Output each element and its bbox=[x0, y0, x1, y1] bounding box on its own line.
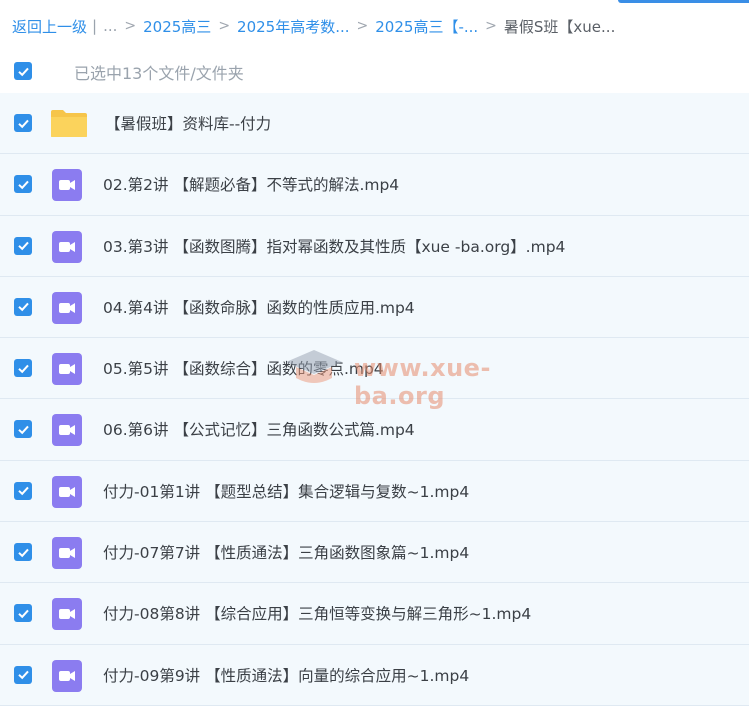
file-row[interactable]: 06.第6讲 【公式记忆】三角函数公式篇.mp4 bbox=[0, 399, 749, 461]
folder-row[interactable]: 【暑假班】资料库--付力 bbox=[0, 93, 749, 155]
video-file-icon bbox=[52, 230, 82, 263]
video-file-icon bbox=[52, 169, 82, 202]
breadcrumb-separator: > bbox=[218, 18, 231, 34]
row-checkbox[interactable] bbox=[14, 297, 32, 316]
breadcrumb-item[interactable]: 2025高三 bbox=[143, 16, 211, 37]
row-checkbox[interactable] bbox=[14, 604, 32, 623]
row-checkbox[interactable] bbox=[14, 236, 32, 255]
file-name[interactable]: 05.第5讲 【函数综合】函数的零点.mp4 bbox=[103, 357, 384, 379]
selection-summary: 已选中13个文件/文件夹 bbox=[74, 64, 244, 83]
video-file-icon bbox=[52, 353, 82, 386]
video-file-icon bbox=[52, 537, 82, 570]
breadcrumb-pipe: | bbox=[92, 17, 98, 35]
breadcrumb-separator: > bbox=[124, 18, 137, 34]
checkmark-icon bbox=[17, 241, 29, 251]
back-link[interactable]: 返回上一级 bbox=[12, 16, 87, 37]
file-row[interactable]: 付力-08第8讲 【综合应用】三角恒等变换与解三角形~1.mp4 bbox=[0, 583, 749, 645]
checkmark-icon bbox=[17, 487, 29, 496]
row-checkbox[interactable] bbox=[14, 359, 32, 378]
file-name[interactable]: 付力-07第7讲 【性质通法】三角函数图象篇~1.mp4 bbox=[103, 541, 469, 563]
row-checkbox[interactable] bbox=[14, 175, 32, 194]
video-file-icon bbox=[52, 475, 82, 508]
video-file-icon bbox=[52, 414, 82, 447]
video-file-icon bbox=[52, 598, 82, 631]
file-row[interactable]: 付力-01第1讲 【题型总结】集合逻辑与复数~1.mp4 bbox=[0, 460, 749, 523]
folder-icon bbox=[51, 110, 87, 137]
row-checkbox[interactable] bbox=[14, 114, 32, 132]
breadcrumb-current: 暑假S班【xue... bbox=[503, 17, 616, 36]
file-name[interactable]: 付力-08第8讲 【综合应用】三角恒等变换与解三角形~1.mp4 bbox=[103, 602, 531, 624]
file-name[interactable]: 付力-01第1讲 【题型总结】集合逻辑与复数~1.mp4 bbox=[103, 480, 469, 502]
checkmark-icon bbox=[17, 548, 29, 557]
row-checkbox[interactable] bbox=[14, 543, 32, 562]
breadcrumb-separator: > bbox=[485, 18, 497, 34]
file-row[interactable]: 04.第4讲 【函数命脉】函数的性质应用.mp4 bbox=[0, 276, 749, 339]
breadcrumb-item[interactable]: 2025高三【-... bbox=[375, 16, 478, 37]
video-file-icon bbox=[52, 659, 82, 692]
breadcrumb: 返回上一级 | ... > 2025高三 > 2025年高考数... > 202… bbox=[12, 14, 615, 38]
selection-bar: 已选中13个文件/文件夹 bbox=[0, 56, 749, 86]
file-name[interactable]: 04.第4讲 【函数命脉】函数的性质应用.mp4 bbox=[103, 296, 415, 318]
file-name[interactable]: 02.第2讲 【解题必备】不等式的解法.mp4 bbox=[103, 173, 399, 195]
file-name[interactable]: 【暑假班】资料库--付力 bbox=[105, 112, 271, 134]
file-list: 【暑假班】资料库--付力 02.第2讲 【解题必备】不等式的解法.mp4 03.第3… bbox=[0, 93, 749, 706]
video-file-icon bbox=[52, 291, 82, 324]
breadcrumb-ellipsis[interactable]: ... bbox=[103, 17, 117, 35]
file-row[interactable]: 付力-09第9讲 【性质通法】向量的综合应用~1.mp4 bbox=[0, 644, 749, 706]
file-name[interactable]: 付力-09第9讲 【性质通法】向量的综合应用~1.mp4 bbox=[103, 664, 469, 686]
checkmark-icon bbox=[17, 119, 29, 128]
checkmark-icon bbox=[17, 303, 29, 312]
checkmark-icon bbox=[17, 670, 29, 680]
breadcrumb-separator: > bbox=[356, 18, 369, 34]
checkmark-icon bbox=[17, 364, 29, 373]
top-accent-bar bbox=[618, 0, 749, 3]
breadcrumb-item[interactable]: 2025年高考数... bbox=[237, 16, 349, 37]
file-row[interactable]: 付力-07第7讲 【性质通法】三角函数图象篇~1.mp4 bbox=[0, 522, 749, 584]
checkmark-icon bbox=[17, 67, 29, 76]
file-row[interactable]: 03.第3讲 【函数图腾】指对幂函数及其性质【xue -ba.org】.mp4 bbox=[0, 215, 749, 277]
select-all-checkbox[interactable] bbox=[14, 62, 32, 80]
file-name[interactable]: 03.第3讲 【函数图腾】指对幂函数及其性质【xue -ba.org】.mp4 bbox=[103, 235, 565, 257]
row-checkbox[interactable] bbox=[14, 665, 32, 684]
row-checkbox[interactable] bbox=[14, 420, 32, 439]
file-name[interactable]: 06.第6讲 【公式记忆】三角函数公式篇.mp4 bbox=[103, 418, 415, 440]
checkmark-icon bbox=[17, 425, 29, 435]
file-row[interactable]: 02.第2讲 【解题必备】不等式的解法.mp4 bbox=[0, 154, 749, 216]
file-row[interactable]: 05.第5讲 【函数综合】函数的零点.mp4 bbox=[0, 338, 749, 400]
row-checkbox[interactable] bbox=[14, 481, 32, 500]
checkmark-icon bbox=[17, 609, 29, 619]
checkmark-icon bbox=[17, 180, 29, 190]
